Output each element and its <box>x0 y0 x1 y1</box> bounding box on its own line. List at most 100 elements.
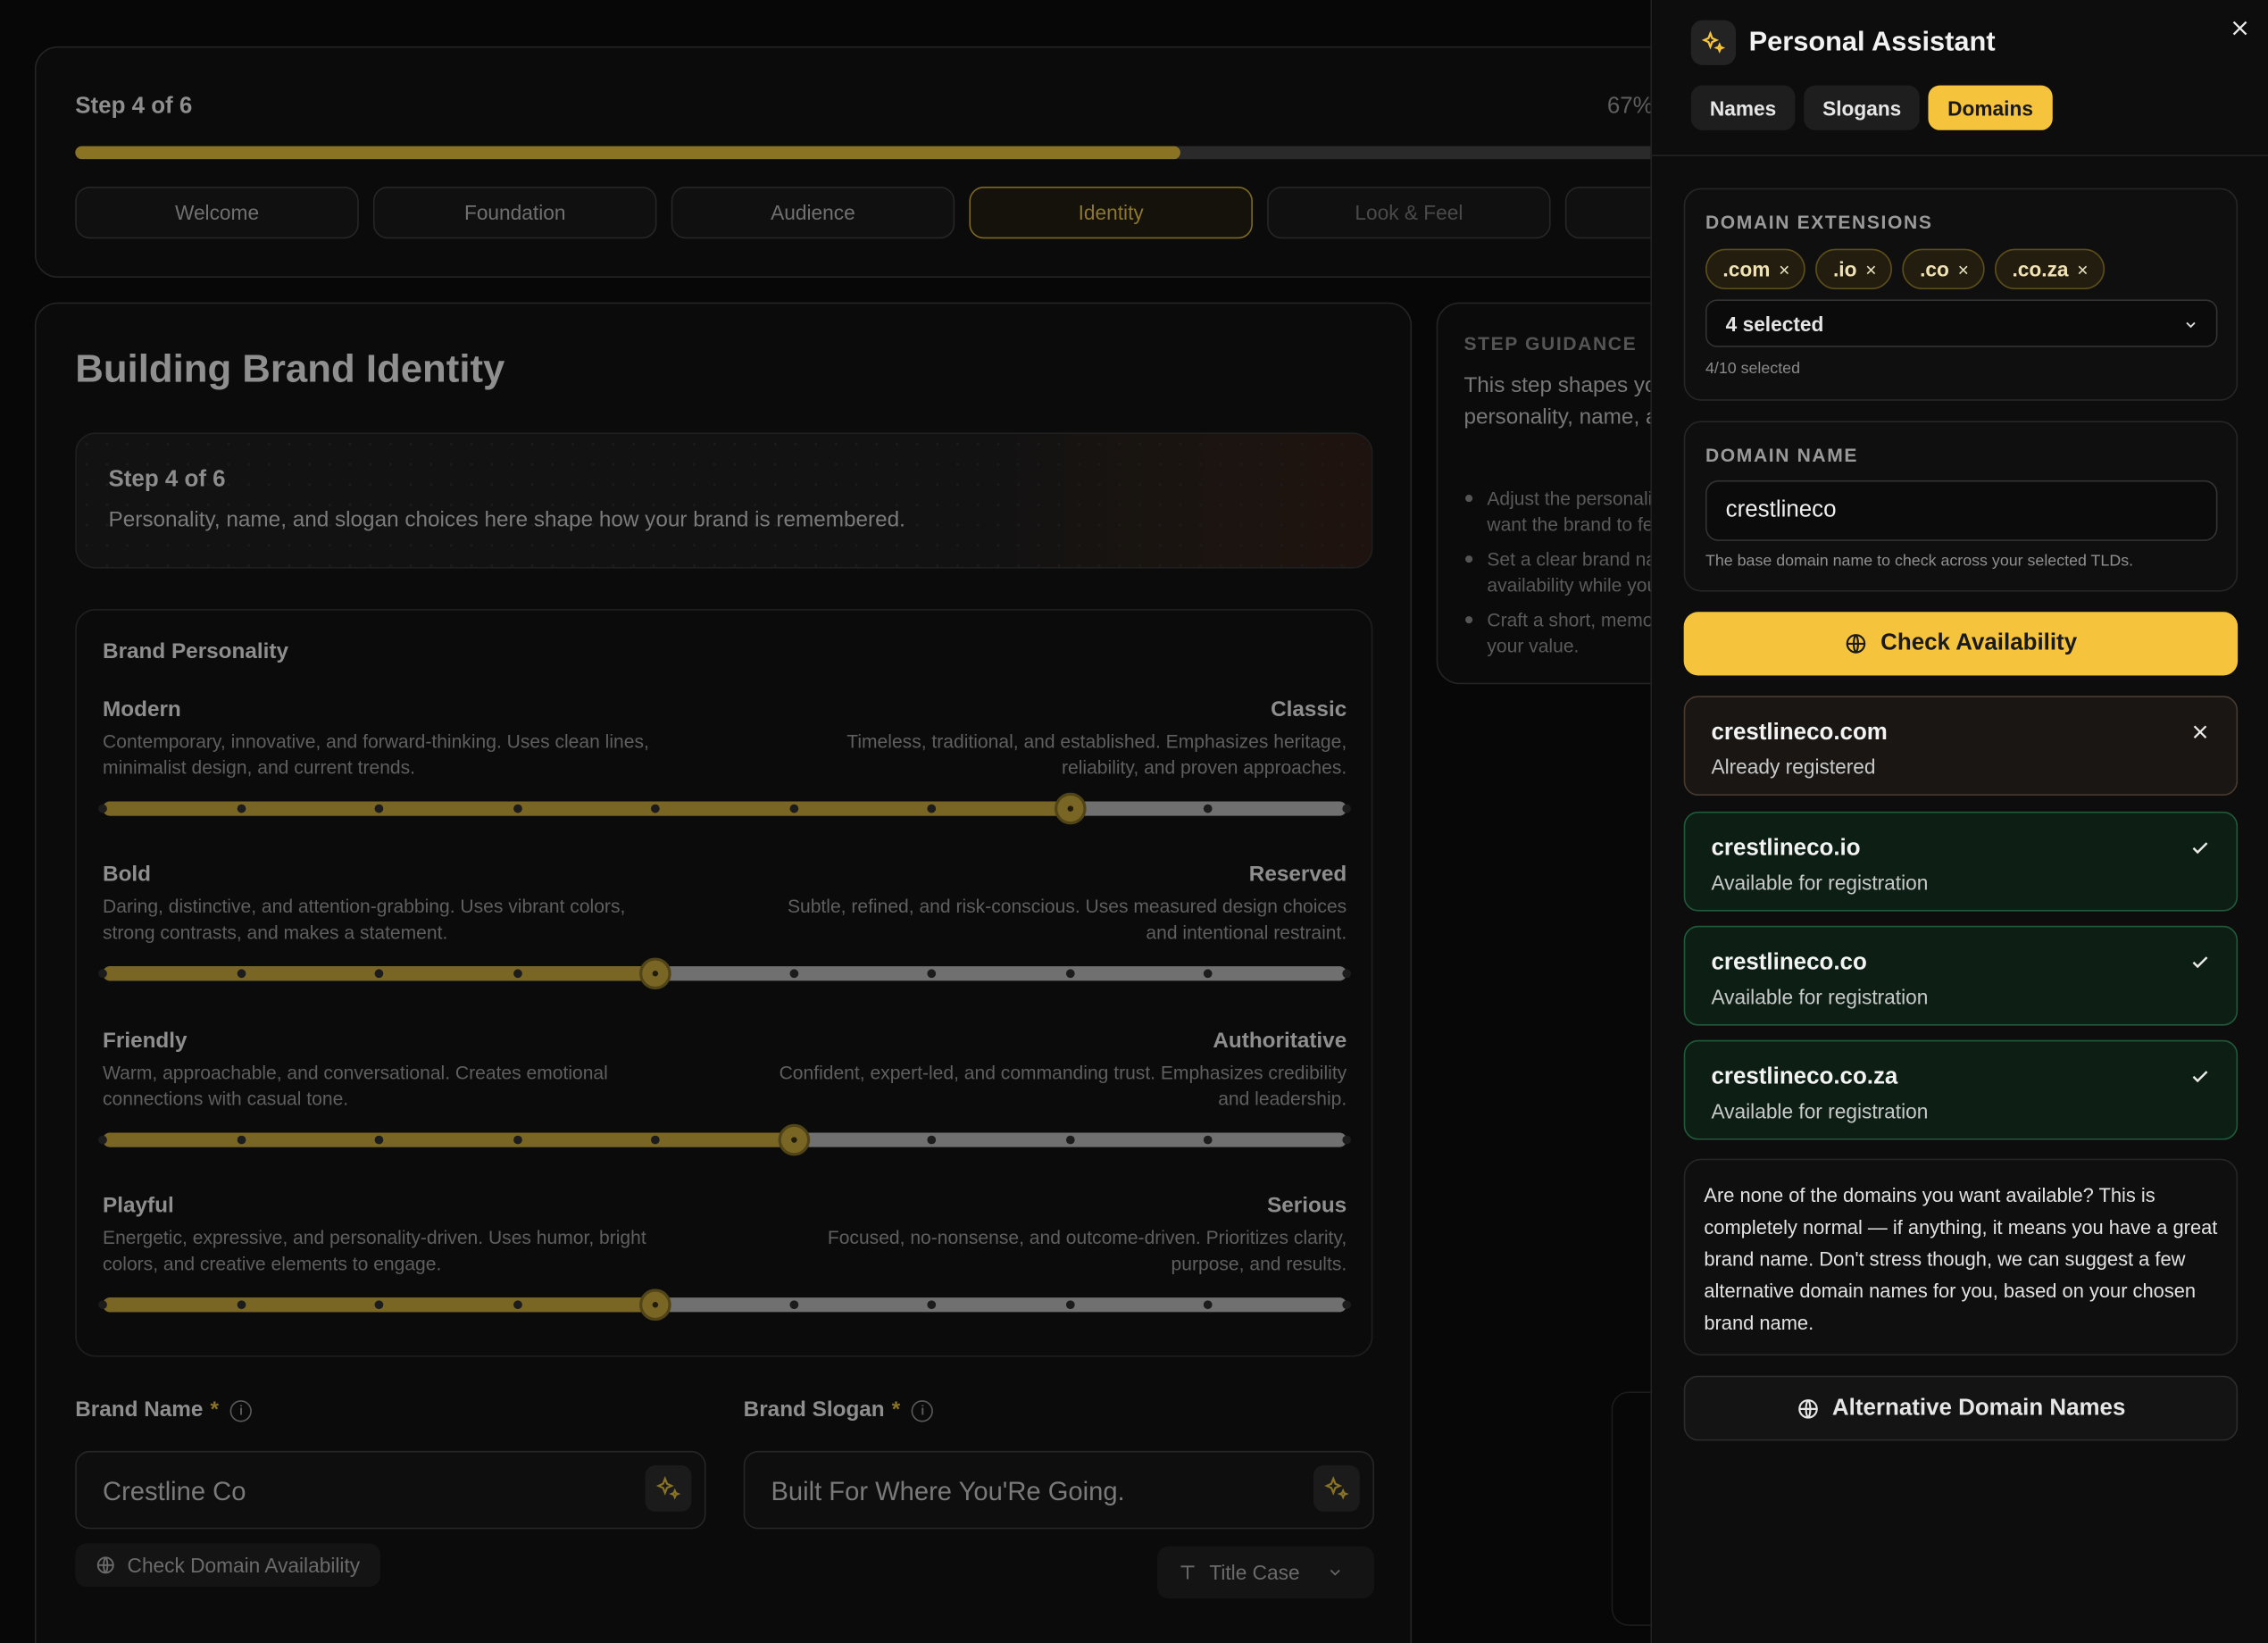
trait-right-label: Classic <box>1271 696 1347 722</box>
slider-tick <box>1342 804 1352 813</box>
panel-header: Personal Assistant Names Slogans Domains <box>1652 0 2268 156</box>
tab-look-and-feel[interactable]: Look & Feel <box>1267 186 1551 239</box>
brand-personality-section: Brand Personality Modern Classic Contemp… <box>75 609 1373 1357</box>
trait-slider[interactable] <box>98 1123 1352 1156</box>
slider-tick <box>1342 969 1352 979</box>
result-status: Available for registration <box>1711 1099 1929 1123</box>
check-domain-availability-button[interactable]: Check Domain Availability <box>75 1543 380 1588</box>
trait-left-desc: Contemporary, innovative, and forward-th… <box>103 730 649 779</box>
slider-tick <box>1204 969 1213 979</box>
globe-icon <box>96 1556 114 1574</box>
brand-name-input[interactable]: Crestline Co <box>75 1450 706 1530</box>
trait-left-label: Playful <box>103 1193 174 1219</box>
slider-fill <box>103 1132 795 1147</box>
slider-tick <box>1204 804 1213 813</box>
slider-tick <box>1204 1135 1213 1145</box>
tab-domains[interactable]: Domains <box>1929 85 2052 130</box>
extensions-select[interactable]: 4 selected <box>1705 299 2218 347</box>
page-title: Building Brand Identity <box>75 346 505 391</box>
domain-name-label: DOMAIN NAME <box>1705 444 1859 466</box>
slider-tick <box>236 804 246 813</box>
personal-assistant-panel: Personal Assistant Names Slogans Domains… <box>1650 0 2268 1643</box>
slider-tick <box>98 1300 107 1310</box>
trait-right-label: Reserved <box>1248 862 1347 888</box>
slider-tick <box>236 1300 246 1310</box>
slider-tick <box>236 1135 246 1145</box>
globe-icon <box>1797 1398 1818 1418</box>
trait-slider[interactable] <box>98 957 1352 990</box>
slider-tick <box>927 1135 937 1145</box>
domain-name-input[interactable] <box>1725 481 2189 540</box>
slider-tick <box>98 969 107 979</box>
slider-tick <box>1204 1300 1213 1310</box>
remove-icon[interactable]: × <box>2077 258 2088 279</box>
step-label: Step 4 of 6 <box>75 94 193 119</box>
slider-thumb[interactable] <box>778 1123 810 1156</box>
tab-identity[interactable]: Identity <box>969 186 1253 239</box>
extension-chip[interactable]: .io × <box>1815 248 1893 289</box>
required-mark: * <box>210 1397 219 1422</box>
result-status: Available for registration <box>1711 985 1929 1009</box>
trait-left-desc: Daring, distinctive, and attention-grabb… <box>103 895 626 944</box>
slider-tick <box>1342 1135 1352 1145</box>
slider-tick <box>513 1300 522 1310</box>
extension-chips: .com × .io × .co × .co.za × <box>1705 248 2105 289</box>
domain-name-section: DOMAIN NAME The base domain name to chec… <box>1683 421 2239 592</box>
extension-chip[interactable]: .co.za × <box>1995 248 2105 289</box>
domain-name-field[interactable] <box>1705 480 2218 541</box>
tab-audience[interactable]: Audience <box>671 186 955 239</box>
sparkles-icon[interactable] <box>1313 1465 1360 1512</box>
identity-form-card: Building Brand Identity Step 4 of 6 Pers… <box>34 302 1413 1643</box>
trait-left-label: Friendly <box>103 1028 188 1054</box>
sparkles-icon[interactable] <box>645 1465 692 1512</box>
trait-right-desc: Confident, expert-led, and commanding tr… <box>779 1062 1347 1110</box>
x-icon <box>2190 721 2211 742</box>
trait-modern-classic: Modern Classic Contemporary, innovative,… <box>98 696 1352 849</box>
tab-slogans[interactable]: Slogans <box>1804 85 1921 130</box>
result-status: Available for registration <box>1711 871 1929 895</box>
remove-icon[interactable]: × <box>1779 258 1789 279</box>
trait-bold-reserved: Bold Reserved Daring, distinctive, and a… <box>98 862 1352 1014</box>
result-domain: crestlineco.co <box>1711 950 1867 975</box>
info-icon[interactable]: i <box>229 1399 253 1422</box>
sparkles-icon <box>1690 20 1736 65</box>
trait-right-label: Authoritative <box>1213 1028 1347 1054</box>
alternative-domain-names-button[interactable]: Alternative Domain Names <box>1683 1375 2239 1441</box>
tab-welcome[interactable]: Welcome <box>75 186 359 239</box>
guidance-heading: STEP GUIDANCE <box>1463 332 1638 354</box>
case-select[interactable]: Title Case <box>1157 1546 1374 1599</box>
tab-foundation[interactable]: Foundation <box>372 186 657 239</box>
progress-percent: 67% <box>1606 94 1654 119</box>
domain-result-available: crestlineco.co.za Available for registra… <box>1683 1039 2239 1140</box>
trait-left-label: Bold <box>103 862 152 888</box>
trait-left-label: Modern <box>103 696 181 722</box>
trait-right-desc: Subtle, refined, and risk-conscious. Use… <box>787 895 1347 944</box>
wizard-stepper: Step 4 of 6 67% Welcome Foundation Audie… <box>34 46 1849 279</box>
extension-chip[interactable]: .co × <box>1902 248 1985 289</box>
trait-left-desc: Warm, approachable, and conversational. … <box>103 1062 608 1110</box>
remove-icon[interactable]: × <box>1865 258 1876 279</box>
check-availability-button[interactable]: Check Availability <box>1683 612 2239 676</box>
trait-slider[interactable] <box>98 1289 1352 1322</box>
trait-right-desc: Focused, no-nonsense, and outcome-driven… <box>827 1226 1347 1275</box>
extension-chip[interactable]: .com × <box>1705 248 1806 289</box>
chevron-down-icon <box>1330 1569 1339 1576</box>
trait-slider[interactable] <box>98 792 1352 825</box>
alternatives-note: Are none of the domains you want availab… <box>1683 1158 2239 1355</box>
domain-result-available: crestlineco.co Available for registratio… <box>1683 925 2239 1026</box>
slider-thumb[interactable] <box>1054 792 1087 825</box>
trait-friendly-authoritative: Friendly Authoritative Warm, approachabl… <box>98 1028 1352 1180</box>
banner-subtitle: Personality, name, and slogan choices he… <box>108 507 905 533</box>
slider-thumb[interactable] <box>639 1289 672 1322</box>
result-domain: crestlineco.com <box>1711 720 1888 746</box>
slider-thumb[interactable] <box>639 957 672 990</box>
info-icon[interactable]: i <box>912 1399 934 1422</box>
domain-result-taken: crestlineco.com Already registered <box>1683 696 2239 796</box>
tab-names[interactable]: Names <box>1690 85 1796 130</box>
close-icon[interactable] <box>2226 14 2252 40</box>
domain-extensions-label: DOMAIN EXTENSIONS <box>1705 211 1933 233</box>
brand-slogan-input[interactable]: Built For Where You'Re Going. <box>743 1450 1374 1530</box>
personality-title: Brand Personality <box>103 639 288 664</box>
chevron-down-icon <box>2186 321 2196 329</box>
remove-icon[interactable]: × <box>1958 258 1969 279</box>
